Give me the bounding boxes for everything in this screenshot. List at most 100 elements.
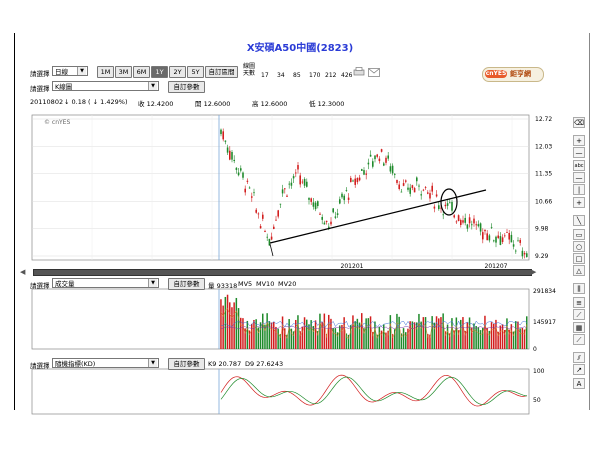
kd-custom-params-button[interactable]: 自訂參數	[168, 358, 205, 370]
candle-body	[374, 155, 376, 160]
volume-bar	[402, 328, 405, 349]
grid-icon[interactable]: ▦	[573, 322, 585, 333]
volume-bar	[422, 317, 425, 349]
candle-body	[372, 161, 374, 167]
volume-y-tick: 291834	[533, 288, 556, 295]
candle-body	[303, 179, 306, 186]
candle-body	[380, 149, 383, 152]
volume-bar	[510, 324, 513, 349]
candle-body	[352, 180, 354, 182]
candle-body	[464, 217, 466, 223]
volume-bar	[367, 318, 370, 349]
volume-bar	[455, 317, 458, 349]
candle-body	[248, 187, 251, 189]
volume-bar	[303, 317, 306, 349]
text-icon[interactable]: A	[573, 378, 585, 389]
hline-icon[interactable]: —	[573, 172, 585, 183]
triangle-icon[interactable]: △	[573, 265, 585, 276]
volume-bar	[380, 330, 383, 349]
volume-bar	[438, 318, 440, 349]
arrow-icon[interactable]: ↗	[573, 364, 585, 375]
plus-icon[interactable]: +	[573, 135, 585, 146]
candle-body	[332, 208, 334, 213]
volume-bar	[314, 320, 317, 349]
volume-indicator-select[interactable]: 成交量 ▼	[52, 278, 159, 288]
candle-body	[486, 233, 488, 241]
candle-body	[479, 223, 482, 232]
channel-icon[interactable]: ⫽	[573, 352, 585, 363]
candle-body	[385, 157, 387, 163]
cross-icon[interactable]: +	[573, 197, 585, 208]
volume-select-value: 成交量	[55, 280, 75, 288]
volume-bar	[431, 316, 433, 349]
volume-bar	[268, 321, 271, 349]
line-icon[interactable]: ╲	[573, 215, 585, 226]
candle-body	[317, 201, 319, 207]
candle-body	[334, 216, 337, 218]
volume-bar	[328, 314, 330, 349]
candle-body	[358, 177, 361, 181]
volume-custom-params-button[interactable]: 自訂參數	[168, 278, 205, 290]
volume-bar	[418, 313, 420, 349]
volume-bar	[321, 322, 323, 349]
candle-body	[281, 189, 284, 194]
rect-icon[interactable]: □	[573, 253, 585, 264]
volume-bar	[240, 317, 242, 349]
volume-bar	[462, 317, 464, 349]
bars-icon[interactable]: ⫼	[573, 283, 585, 294]
vline-icon[interactable]: |	[573, 184, 585, 195]
candle-body	[422, 189, 425, 191]
gann-icon[interactable]: ⟋	[573, 309, 585, 320]
volume-bar	[312, 326, 315, 349]
volume-bar	[409, 321, 411, 349]
volume-bar	[484, 315, 486, 349]
circle-icon[interactable]: ○	[573, 241, 585, 252]
chart-watermark: © cnYES	[44, 119, 70, 126]
candle-body	[508, 232, 510, 240]
candle-body	[405, 180, 407, 182]
volume-bar	[440, 317, 442, 349]
candle-body	[325, 220, 328, 223]
volume-bar	[479, 330, 482, 349]
candle-body	[251, 196, 253, 198]
candle-body	[310, 198, 312, 202]
candle-body	[394, 173, 396, 175]
candle-body	[521, 250, 524, 257]
kd-y-tick: 100	[533, 368, 545, 375]
volume-bar	[323, 313, 326, 349]
candle-body	[407, 187, 409, 190]
ellipse-icon[interactable]: ▭	[573, 229, 585, 240]
candle-body	[411, 185, 414, 189]
candle-body	[336, 213, 339, 215]
eraser-icon[interactable]: ⌫	[573, 117, 585, 128]
candle-body	[312, 202, 315, 207]
volume-bar	[475, 326, 477, 349]
volume-bar	[369, 316, 372, 349]
candle-body	[512, 244, 515, 247]
candle-body	[321, 216, 323, 220]
chart-canvas: 12.7212.0311.3510.669.989.29© cnYES20120…	[31, 114, 556, 415]
volume-bar	[235, 297, 238, 349]
candle-body	[493, 240, 495, 242]
candle-body	[416, 177, 418, 182]
volume-bar	[277, 328, 279, 349]
fib-icon[interactable]: ≡	[573, 297, 585, 308]
candle-body	[231, 151, 233, 160]
candle-body	[453, 215, 455, 218]
main-y-tick: 11.35	[535, 171, 552, 178]
volume-bar	[339, 325, 341, 349]
scroll-left-icon[interactable]: ◀	[20, 268, 28, 276]
chart-scrollbar[interactable]	[33, 269, 532, 276]
candle-body	[295, 172, 297, 174]
volume-bar	[233, 302, 235, 349]
abc-icon[interactable]: abc	[573, 160, 585, 171]
kd-indicator-select[interactable]: 隨機指標(KD) ▼	[52, 358, 159, 368]
candle-body	[466, 224, 469, 229]
scroll-right-icon[interactable]: ▶	[531, 268, 539, 276]
candle-body	[240, 168, 242, 171]
candle-body	[235, 167, 238, 170]
candle-body	[365, 173, 367, 175]
fan-icon[interactable]: ⟋	[573, 334, 585, 345]
volume-bar	[354, 321, 356, 349]
minus-icon[interactable]: —	[573, 147, 585, 158]
